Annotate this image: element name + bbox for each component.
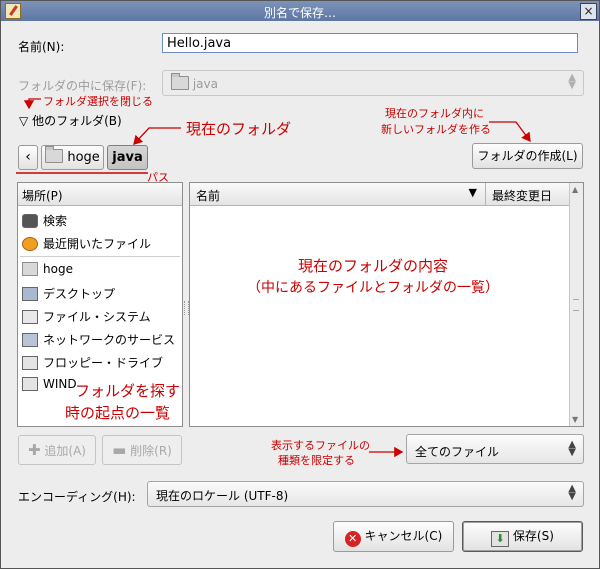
annotation-start-points-2: 時の起点の一覧 xyxy=(65,404,171,422)
annotation-new-folder-2: 新しいフォルダを作る xyxy=(381,123,491,136)
annotation-contents-2: （中にあるファイルとフォルダの一覧） xyxy=(247,280,499,296)
annotation-filter-2: 種類を限定する xyxy=(278,454,355,467)
annotation-current-folder: 現在のフォルダ xyxy=(186,120,292,138)
arrow-current-folder xyxy=(133,127,181,145)
annotation-start-points-1: フォルダを探す xyxy=(75,382,181,400)
annotation-path: パス xyxy=(147,171,169,184)
arrow-close-folder xyxy=(23,98,41,110)
annotation-new-folder-1: 現在のフォルダ内に xyxy=(385,107,484,120)
annotation-close-folder: フォルダ選択を閉じる xyxy=(43,95,153,108)
annotation-contents-1: 現在のフォルダの内容 xyxy=(298,257,449,275)
arrow-create-folder xyxy=(489,121,531,143)
annotation-filter-1: 表示するファイルの xyxy=(271,439,370,452)
save-as-dialog: 別名で保存… × 名前(N): フォルダの中に保存(F): java ▲▼ ▽ … xyxy=(0,0,600,569)
